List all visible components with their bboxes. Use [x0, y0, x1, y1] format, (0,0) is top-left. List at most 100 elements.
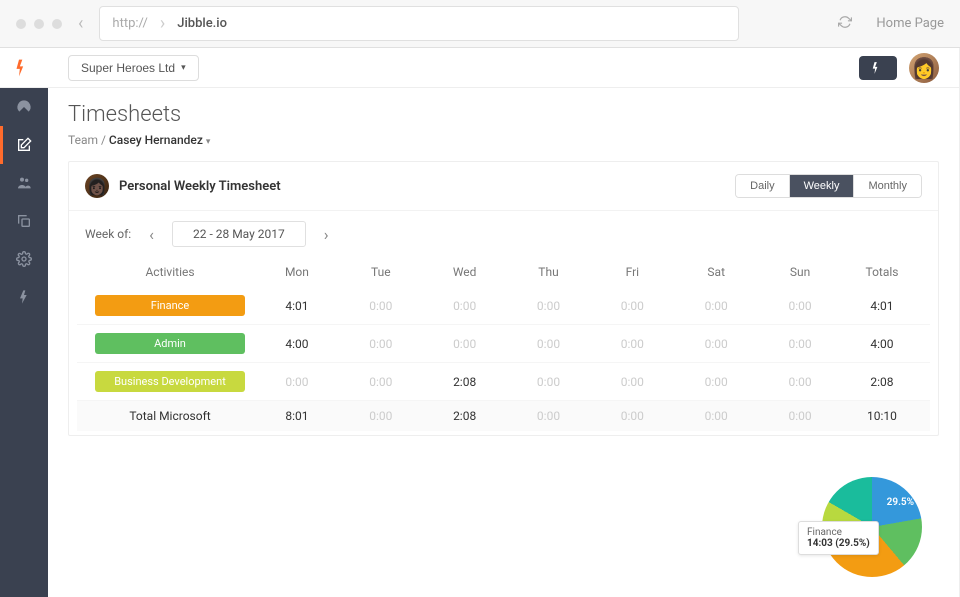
company-selector[interactable]: Super Heroes Ltd ▾: [68, 55, 199, 81]
pie-tooltip-name: Finance: [807, 527, 870, 538]
time-cell: 0:00: [758, 375, 842, 389]
card-title: Personal Weekly Timesheet: [119, 179, 281, 194]
app-logo[interactable]: [0, 48, 48, 88]
time-cell: 2:08: [423, 375, 507, 389]
topbar: Super Heroes Ltd ▾ 👩: [48, 48, 959, 88]
col-mon: Mon: [255, 265, 339, 279]
row-total: 4:01: [842, 299, 922, 313]
col-fri: Fri: [590, 265, 674, 279]
table-row: Admin4:000:000:000:000:000:000:004:00: [77, 325, 930, 363]
activity-pill[interactable]: Business Development: [95, 371, 245, 392]
pie-tooltip-value: 14:03 (29.5%): [807, 538, 870, 549]
url-protocol: http://: [112, 16, 147, 31]
time-cell: 0:00: [590, 375, 674, 389]
week-selector-row: Week of: ‹ 22 - 28 May 2017 ›: [69, 211, 938, 257]
sidebar-item-copy[interactable]: [0, 202, 48, 240]
week-label: Week of:: [85, 227, 131, 241]
time-cell: 0:00: [339, 299, 423, 313]
sidebar-item-settings[interactable]: [0, 240, 48, 278]
view-daily-button[interactable]: Daily: [736, 175, 788, 197]
timesheet-card: 👩🏿 Personal Weekly Timesheet Daily Weekl…: [68, 161, 939, 436]
content: Timesheets Team / Casey Hernandez ▾ 👩🏿 P…: [48, 88, 959, 597]
total-grand: 10:10: [842, 409, 922, 423]
view-monthly-button[interactable]: Monthly: [853, 175, 921, 197]
prev-week-button[interactable]: ‹: [143, 225, 160, 244]
total-sun: 0:00: [758, 409, 842, 423]
window-controls: [16, 19, 62, 29]
time-cell: 0:00: [339, 375, 423, 389]
time-cell: 0:00: [590, 299, 674, 313]
sidebar-item-timesheets[interactable]: [0, 126, 48, 164]
col-sat: Sat: [674, 265, 758, 279]
member-avatar: 👩🏿: [85, 174, 109, 198]
view-weekly-button[interactable]: Weekly: [789, 175, 854, 197]
col-sun: Sun: [758, 265, 842, 279]
pie-callout-label: 29.5%: [887, 497, 914, 508]
table-header-row: Activities Mon Tue Wed Thu Fri Sat Sun T…: [77, 257, 930, 287]
sidebar: [0, 48, 48, 597]
col-thu: Thu: [507, 265, 591, 279]
sidebar-item-dashboard[interactable]: [0, 88, 48, 126]
total-row-label: Total Microsoft: [85, 409, 255, 423]
breadcrumb: Team / Casey Hernandez ▾: [68, 133, 959, 147]
timesheet-table: Activities Mon Tue Wed Thu Fri Sat Sun T…: [69, 257, 938, 431]
time-cell: 0:00: [507, 337, 591, 351]
sidebar-item-team[interactable]: [0, 164, 48, 202]
table-row: Business Development0:000:002:080:000:00…: [77, 363, 930, 401]
total-fri: 0:00: [590, 409, 674, 423]
maximize-window-icon[interactable]: [52, 19, 62, 29]
url-domain: Jibble.io: [177, 16, 227, 31]
col-wed: Wed: [423, 265, 507, 279]
time-cell: 0:00: [507, 299, 591, 313]
page-title: Timesheets: [68, 102, 959, 127]
time-cell: 4:00: [255, 337, 339, 351]
close-window-icon[interactable]: [16, 19, 26, 29]
time-cell: 0:00: [255, 375, 339, 389]
total-mon: 8:01: [255, 409, 339, 423]
refresh-icon[interactable]: [838, 14, 852, 33]
company-selector-label: Super Heroes Ltd: [81, 61, 175, 75]
next-week-button[interactable]: ›: [318, 225, 335, 244]
breadcrumb-current[interactable]: Casey Hernandez: [109, 133, 203, 147]
time-cell: 0:00: [423, 299, 507, 313]
time-cell: 0:00: [674, 299, 758, 313]
time-cell: 0:00: [674, 375, 758, 389]
url-separator-icon: ›: [156, 13, 169, 34]
view-toggle: Daily Weekly Monthly: [735, 174, 922, 198]
time-cell: 0:00: [758, 299, 842, 313]
col-tue: Tue: [339, 265, 423, 279]
minimize-window-icon[interactable]: [34, 19, 44, 29]
total-sat: 0:00: [674, 409, 758, 423]
breadcrumb-root[interactable]: Team: [68, 133, 98, 147]
chevron-down-icon[interactable]: ▾: [206, 137, 211, 147]
row-total: 2:08: [842, 375, 922, 389]
week-range-input[interactable]: 22 - 28 May 2017: [172, 221, 306, 247]
table-row: Finance4:010:000:000:000:000:000:004:01: [77, 287, 930, 325]
table-total-row: Total Microsoft 8:01 0:00 2:08 0:00 0:00…: [77, 401, 930, 431]
col-totals: Totals: [842, 265, 922, 279]
home-page-link[interactable]: Home Page: [876, 16, 944, 31]
main: Super Heroes Ltd ▾ 👩 Timesheets Team / C…: [48, 48, 960, 597]
time-cell: 0:00: [507, 375, 591, 389]
user-avatar[interactable]: 👩: [909, 53, 939, 83]
time-cell: 0:00: [423, 337, 507, 351]
sidebar-item-power[interactable]: [0, 278, 48, 316]
chevron-down-icon: ▾: [181, 62, 186, 73]
browser-chrome: ‹ http:// › Jibble.io Home Page: [0, 0, 960, 48]
card-header: 👩🏿 Personal Weekly Timesheet Daily Weekl…: [69, 162, 938, 211]
pie-chart-container: 29.5% Finance 14:03 (29.5%): [822, 477, 932, 587]
col-activities: Activities: [85, 265, 255, 279]
total-thu: 0:00: [507, 409, 591, 423]
activity-pill[interactable]: Finance: [95, 295, 245, 316]
url-bar[interactable]: http:// › Jibble.io: [99, 6, 739, 41]
pie-tooltip: Finance 14:03 (29.5%): [798, 521, 879, 555]
total-tue: 0:00: [339, 409, 423, 423]
activity-pill[interactable]: Admin: [95, 333, 245, 354]
clock-in-button[interactable]: [859, 56, 897, 80]
time-cell: 0:00: [758, 337, 842, 351]
nav-back-icon[interactable]: ‹: [74, 13, 87, 34]
breadcrumb-separator: /: [101, 133, 109, 147]
time-cell: 0:00: [590, 337, 674, 351]
time-cell: 0:00: [674, 337, 758, 351]
total-wed: 2:08: [423, 409, 507, 423]
